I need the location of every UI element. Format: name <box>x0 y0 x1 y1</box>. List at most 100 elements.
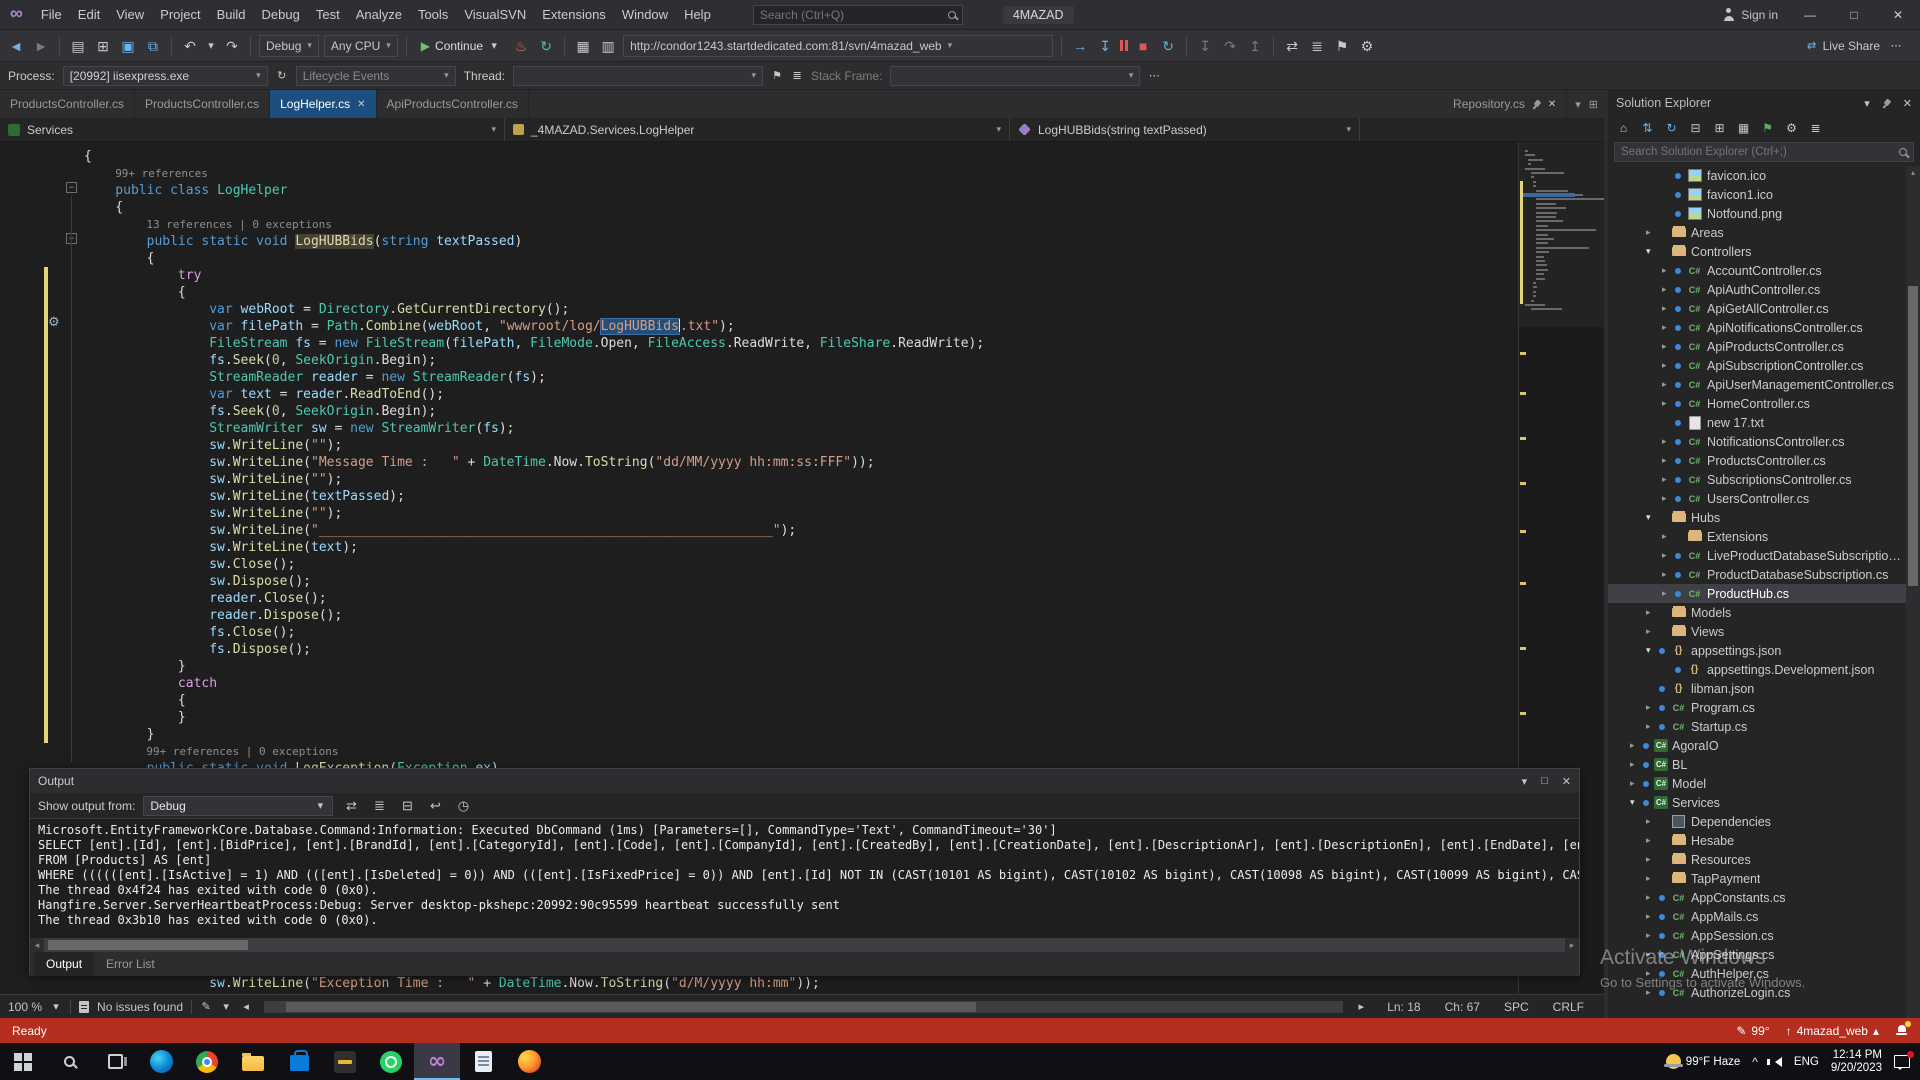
pin-icon[interactable] <box>1530 98 1543 111</box>
hot-reload-icon[interactable]: ♨ <box>511 36 531 56</box>
menu-item-tools[interactable]: Tools <box>410 0 456 30</box>
expander-icon[interactable]: ▸ <box>1662 322 1675 333</box>
taskbar-app-visual-studio[interactable]: ∞ <box>414 1043 460 1080</box>
expander-icon[interactable]: ▸ <box>1630 740 1643 751</box>
navigate-back-icon[interactable]: ◄ <box>6 36 26 56</box>
volume-icon[interactable] <box>1770 1057 1782 1067</box>
navigate-forward-icon[interactable]: ► <box>31 36 51 56</box>
hidden-icons-chevron[interactable]: ^ <box>1752 1055 1758 1069</box>
menu-item-help[interactable]: Help <box>676 0 719 30</box>
taskbar-app-store[interactable] <box>276 1043 322 1080</box>
scrollbar-thumb[interactable] <box>48 940 248 950</box>
expander-icon[interactable]: ▸ <box>1662 341 1675 352</box>
taskbar-app-firefox[interactable] <box>506 1043 552 1080</box>
menu-item-visualsvn[interactable]: VisualSVN <box>456 0 534 30</box>
tree-item-models[interactable]: ▸Models <box>1608 603 1906 622</box>
tree-item-services[interactable]: ▾C#Services <box>1608 793 1906 812</box>
scrollbar-thumb[interactable] <box>286 1002 977 1012</box>
tree-item-controllers[interactable]: ▾Controllers <box>1608 242 1906 261</box>
tree-item-model[interactable]: ▸C#Model <box>1608 774 1906 793</box>
solution-search-box[interactable] <box>1614 142 1914 162</box>
tree-item-program-cs[interactable]: ▸C#Program.cs <box>1608 698 1906 717</box>
restart-app-icon[interactable]: ↻ <box>536 36 556 56</box>
expander-icon[interactable]: ▸ <box>1662 379 1675 390</box>
menu-item-window[interactable]: Window <box>614 0 676 30</box>
tree-item-subscriptionscontroller-cs[interactable]: ▸C#SubscriptionsController.cs <box>1608 470 1906 489</box>
autoscroll-icon[interactable]: ◷ <box>453 798 473 814</box>
expander-icon[interactable]: ▸ <box>1662 284 1675 295</box>
toolbar-options-icon[interactable]: ⋯ <box>1148 66 1160 86</box>
solution-configuration-dropdown[interactable]: Debug▾ <box>259 35 319 57</box>
output-horizontal-scrollbar[interactable]: ◂ ▸ <box>30 938 1579 952</box>
toolbar-options-icon[interactable]: ⚙ <box>1357 36 1377 56</box>
taskbar-app-dark-app[interactable] <box>322 1043 368 1080</box>
tree-item-favicon1-ico[interactable]: favicon1.ico <box>1608 185 1906 204</box>
refresh-icon[interactable]: ↻ <box>1664 118 1679 138</box>
tree-item-favicon-ico[interactable]: favicon.ico <box>1608 166 1906 185</box>
tab-output[interactable]: Output <box>34 952 94 976</box>
window-position-icon[interactable]: ▾ <box>1522 775 1528 788</box>
scroll-up-icon[interactable]: ▴ <box>1906 166 1920 180</box>
expander-icon[interactable]: ▸ <box>1646 816 1659 827</box>
expander-icon[interactable]: ▸ <box>1646 968 1659 979</box>
tree-item-apiauthcontroller-cs[interactable]: ▸C#ApiAuthController.cs <box>1608 280 1906 299</box>
close-button[interactable]: ✕ <box>1876 0 1920 30</box>
process-dropdown[interactable]: [20992] iisexpress.exe▾ <box>63 66 268 86</box>
output-panel-header[interactable]: Output ▾ □ ✕ <box>30 769 1579 793</box>
search-output-icon[interactable]: ⇄ <box>341 798 361 814</box>
expander-icon[interactable]: ▸ <box>1662 360 1675 371</box>
spaces-indicator[interactable]: SPC <box>1492 1000 1541 1014</box>
expander-icon[interactable]: ▸ <box>1662 398 1675 409</box>
horizontal-scrollbar[interactable] <box>264 1001 1343 1013</box>
restart-debug-icon[interactable]: ↻ <box>1158 36 1178 56</box>
scroll-right-icon[interactable]: ▸ <box>1355 997 1367 1017</box>
expander-icon[interactable]: ▾ <box>1646 512 1659 523</box>
tree-item-tappayment[interactable]: ▸TapPayment <box>1608 869 1906 888</box>
thread-dropdown[interactable]: ▾ <box>513 66 763 86</box>
expander-icon[interactable]: ▸ <box>1646 930 1659 941</box>
window-layout-alt-icon[interactable]: ▥ <box>598 36 618 56</box>
maximize-button[interactable]: □ <box>1832 0 1876 30</box>
menu-item-extensions[interactable]: Extensions <box>534 0 614 30</box>
toolbar-overflow-icon[interactable]: ⋯ <box>1890 36 1902 56</box>
solution-explorer-header[interactable]: Solution Explorer ▾ ✕ <box>1608 90 1920 116</box>
tree-item-hubs[interactable]: ▾Hubs <box>1608 508 1906 527</box>
menu-item-debug[interactable]: Debug <box>254 0 308 30</box>
home-icon[interactable]: ⌂ <box>1616 118 1631 138</box>
start-button[interactable] <box>0 1043 46 1080</box>
tree-item-appsettings-json[interactable]: ▾{}appsettings.json <box>1608 641 1906 660</box>
show-next-statement-icon[interactable]: → <box>1070 36 1090 56</box>
expander-icon[interactable]: ▸ <box>1662 265 1675 276</box>
thread-list-icon[interactable]: ≣ <box>791 66 803 86</box>
output-console[interactable]: Microsoft.EntityFrameworkCore.Database.C… <box>30 819 1579 938</box>
expander-icon[interactable]: ▸ <box>1646 911 1659 922</box>
menu-item-build[interactable]: Build <box>209 0 254 30</box>
pencil-edit-icon[interactable]: ✎ <box>200 997 212 1017</box>
preview-selected-items-icon[interactable]: ≣ <box>1808 118 1823 138</box>
tree-item-apisubscriptioncontroller-cs[interactable]: ▸C#ApiSubscriptionController.cs <box>1608 356 1906 375</box>
expander-icon[interactable]: ▸ <box>1662 569 1675 580</box>
break-all-icon[interactable] <box>1120 40 1128 51</box>
task-view-button[interactable] <box>92 1043 138 1080</box>
pin-icon[interactable] <box>1880 97 1893 110</box>
stack-frame-dropdown[interactable]: ▾ <box>890 66 1140 86</box>
expander-icon[interactable]: ▸ <box>1646 873 1659 884</box>
edit-dropdown-icon[interactable]: ▾ <box>220 997 232 1017</box>
expander-icon[interactable]: ▸ <box>1662 303 1675 314</box>
redo-icon[interactable]: ↷ <box>222 36 242 56</box>
taskbar-app-file-explorer[interactable] <box>230 1043 276 1080</box>
tree-item-dependencies[interactable]: ▸Dependencies <box>1608 812 1906 831</box>
issues-status[interactable]: No issues found <box>97 1000 183 1014</box>
tree-item-extensions[interactable]: ▸Extensions <box>1608 527 1906 546</box>
sign-in-button[interactable]: Sign in <box>1722 8 1778 22</box>
tree-item-appsession-cs[interactable]: ▸C#AppSession.cs <box>1608 926 1906 945</box>
column-indicator[interactable]: Ch: 67 <box>1433 1000 1492 1014</box>
line-number-indicator[interactable]: Ln: 18 <box>1375 1000 1432 1014</box>
tree-item-appmails-cs[interactable]: ▸C#AppMails.cs <box>1608 907 1906 926</box>
expander-icon[interactable]: ▸ <box>1646 892 1659 903</box>
expand-all-icon[interactable]: ⊞ <box>1712 118 1727 138</box>
scrollbar-thumb[interactable] <box>1908 286 1918 586</box>
tree-item-apigetallcontroller-cs[interactable]: ▸C#ApiGetAllController.cs <box>1608 299 1906 318</box>
task-list-icon[interactable]: ≣ <box>1307 36 1327 56</box>
zoom-dropdown-icon[interactable]: ▾ <box>50 997 62 1017</box>
